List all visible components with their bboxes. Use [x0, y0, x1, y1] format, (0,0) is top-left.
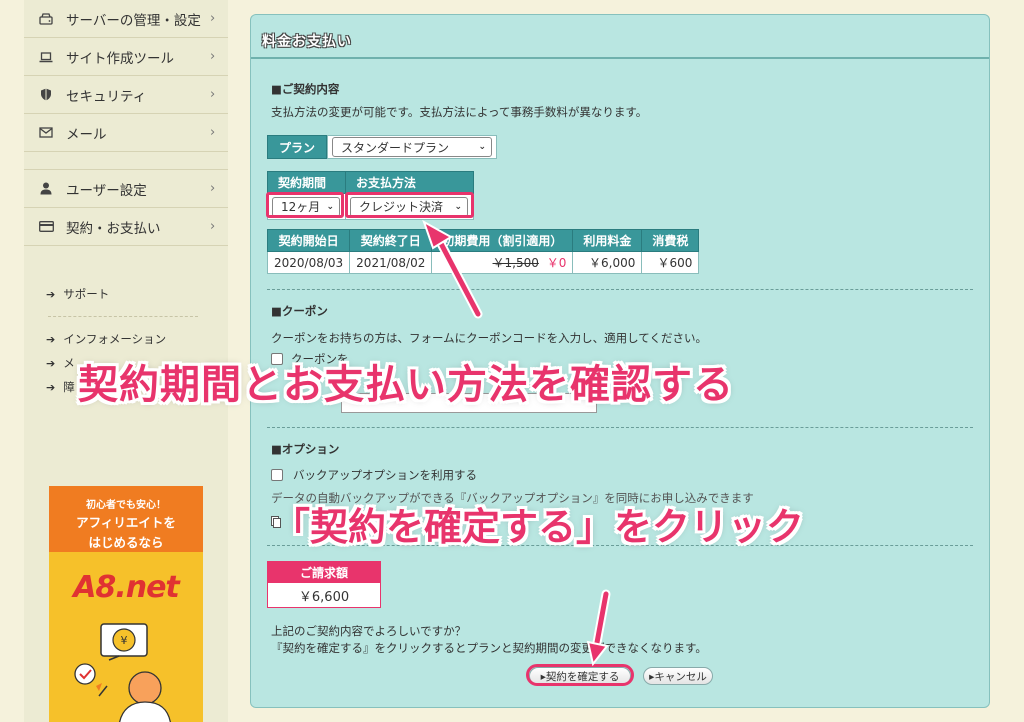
instruction-headline-1: 契約期間とお支払い方法を確認する	[78, 362, 734, 408]
instruction-headline-2: 「契約を確定する」をクリック	[272, 505, 805, 549]
arrow-up-icon	[422, 219, 483, 319]
arrow-down-icon	[586, 589, 611, 667]
